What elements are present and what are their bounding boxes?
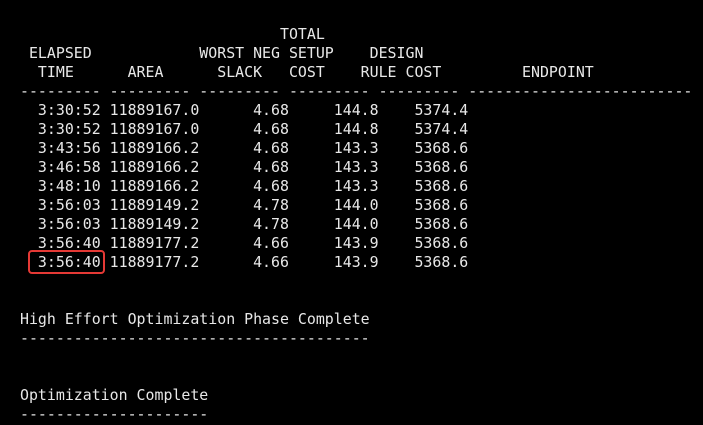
table-row: 3:48:10 11889166.2 4.68 143.3 5368.6 [20,177,469,195]
optimization-complete-underline: --------------------- [20,405,209,423]
highlight-label: 3:56:40 [30,252,31,253]
phase-complete-message: High Effort Optimization Phase Complete [20,310,370,328]
header-line-total: TOTAL [20,25,325,43]
header-line-labels: ELAPSED WORST NEG SETUP DESIGN [20,44,424,62]
table-row: 3:46:58 11889166.2 4.68 143.3 5368.6 [20,158,469,176]
header-separator: --------- --------- --------- --------- … [20,82,693,100]
highlight-box: 3:56:40 [28,250,105,274]
header-line-labels-2: TIME AREA SLACK COST RULE COST ENDPOINT [20,63,594,81]
table-row: 3:56:03 11889149.2 4.78 144.0 5368.6 [20,215,469,233]
table-row: 3:56:03 11889149.2 4.78 144.0 5368.6 [20,196,469,214]
table-row: 3:30:52 11889167.0 4.68 144.8 5374.4 [20,120,469,138]
phase-complete-underline: --------------------------------------- [20,329,370,347]
table-row: 3:30:52 11889167.0 4.68 144.8 5374.4 [20,101,469,119]
terminal-window: TOTAL ELAPSED WORST NEG SETUP DESIGN TIM… [0,0,703,425]
table-row: 3:43:56 11889166.2 4.68 143.3 5368.6 [20,139,469,157]
optimization-complete-message: Optimization Complete [20,386,209,404]
